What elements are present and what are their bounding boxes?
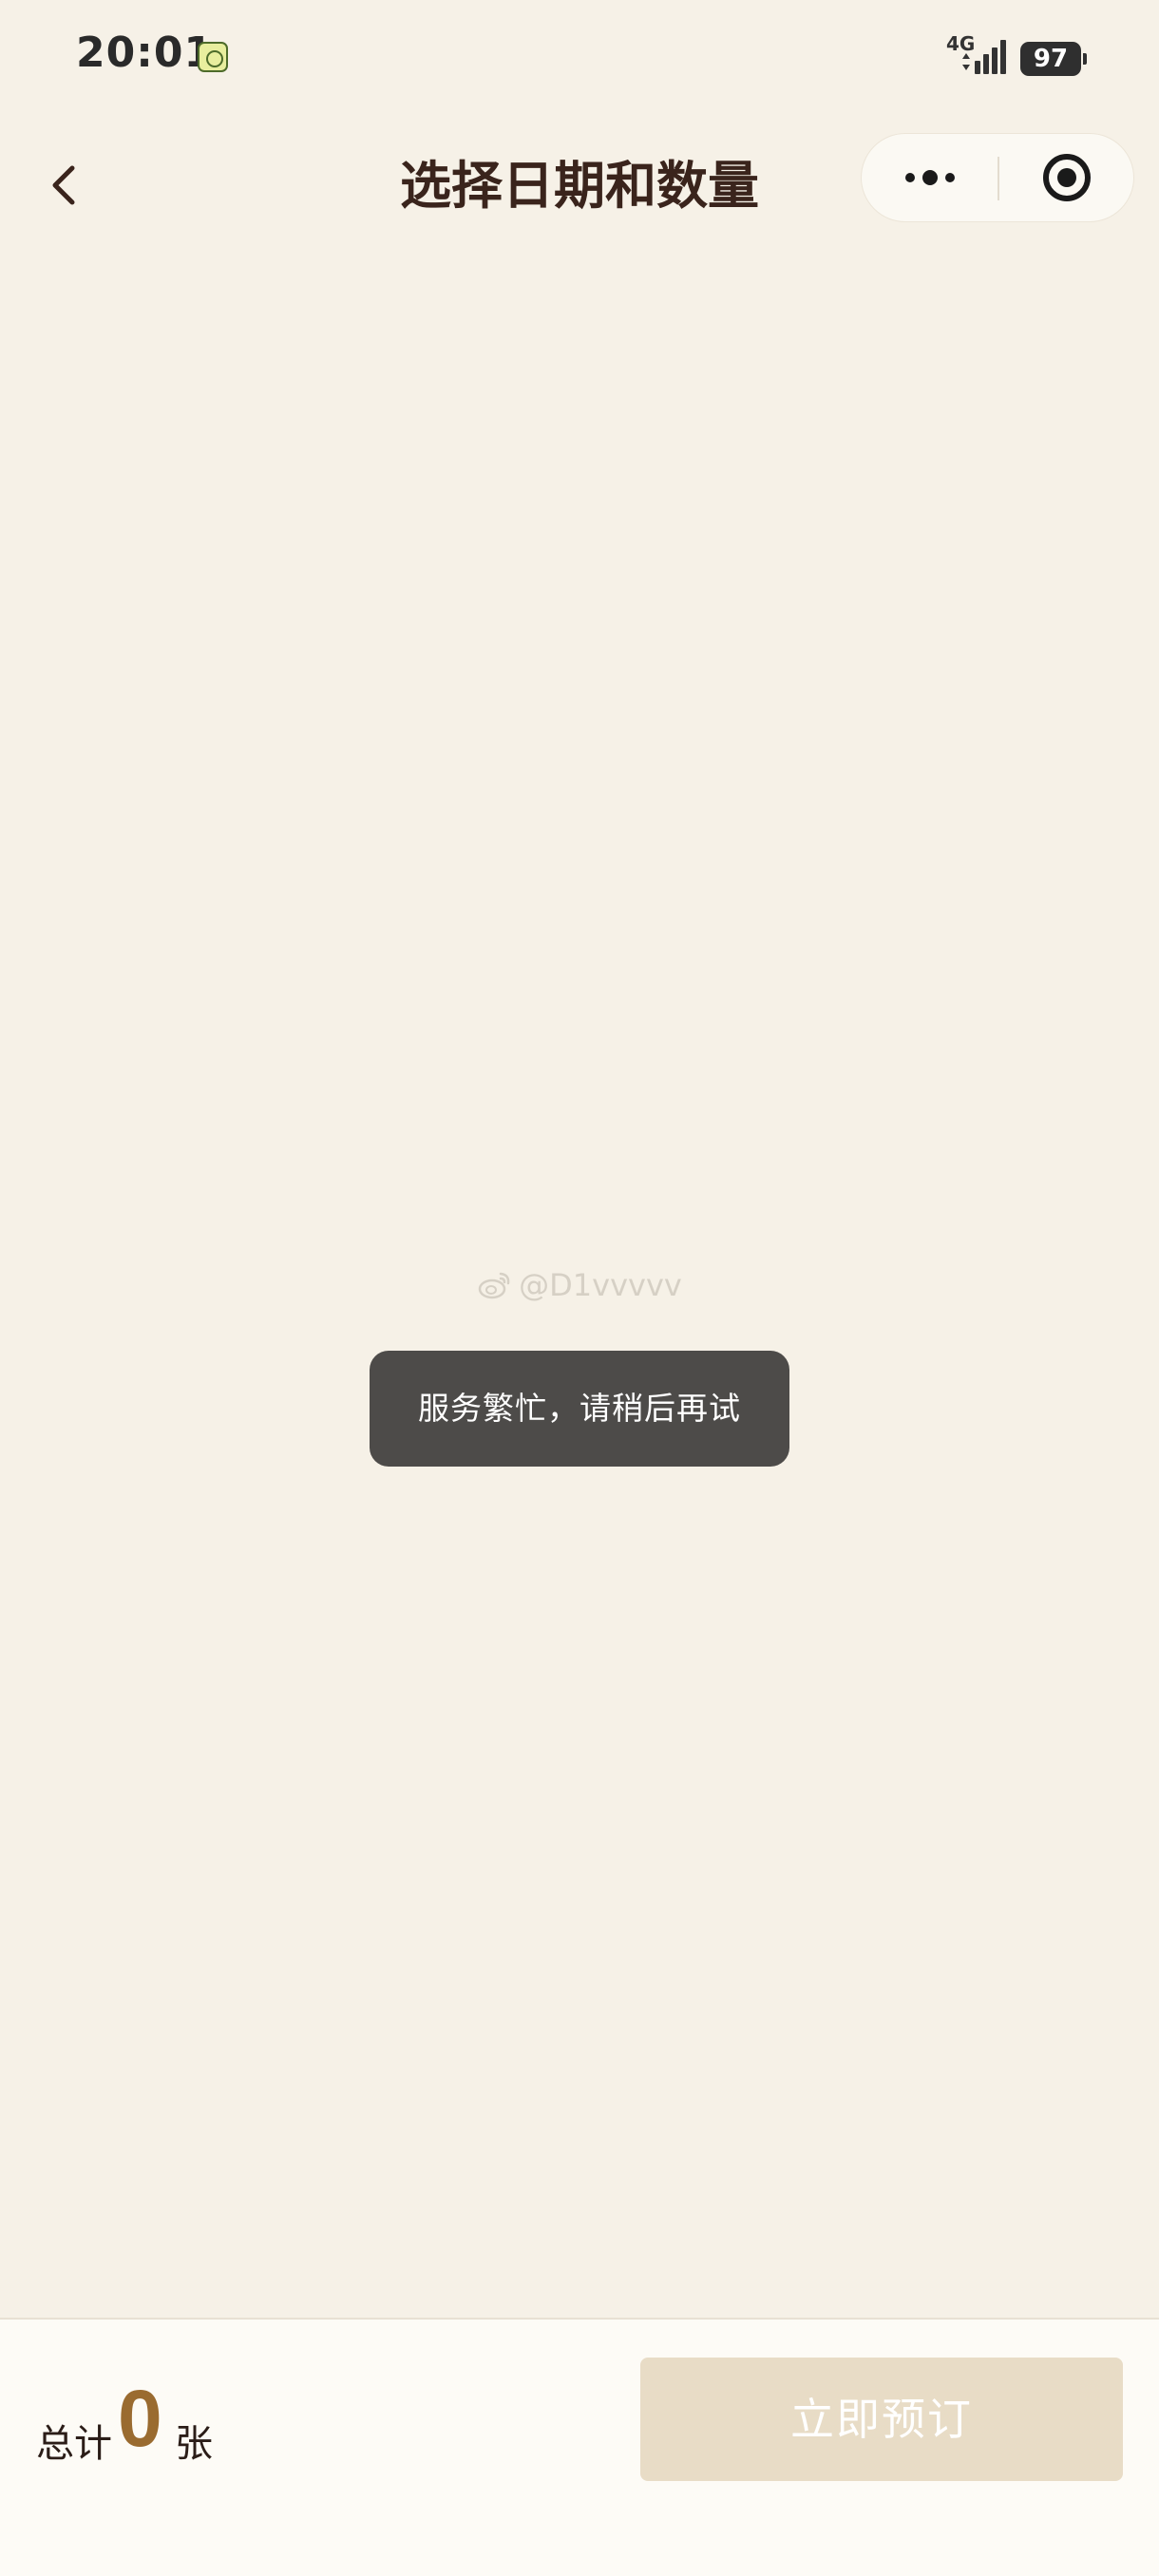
- total-label: 总计: [36, 2422, 112, 2466]
- back-arrow-icon: [52, 165, 75, 205]
- total-count: 0: [118, 2374, 162, 2463]
- watermark: @D1vvvvv: [0, 1267, 1159, 1303]
- weibo-icon: [478, 1272, 510, 1299]
- status-time: 20:01: [76, 28, 215, 77]
- close-button[interactable]: [999, 134, 1133, 221]
- signal-icon: [960, 38, 1007, 76]
- error-toast: 服务繁忙，请稍后再试: [370, 1351, 789, 1467]
- close-target-icon: [1042, 154, 1091, 201]
- app-notification-icon: [198, 42, 228, 72]
- more-button[interactable]: [862, 134, 998, 221]
- book-now-button[interactable]: 立即预订: [640, 2358, 1123, 2481]
- mini-program-capsule: [861, 133, 1134, 222]
- status-bar: 20:01 4G 97: [0, 0, 1159, 114]
- bottom-bar: 总计 0 张 立即预订: [0, 2318, 1159, 2576]
- total-unit: 张: [175, 2422, 213, 2466]
- watermark-text: @D1vvvvv: [519, 1267, 682, 1303]
- navigation-bar: 选择日期和数量: [0, 133, 1159, 237]
- more-dots-icon: [904, 170, 955, 185]
- battery-icon: 97: [1020, 42, 1087, 76]
- back-button[interactable]: [28, 147, 104, 223]
